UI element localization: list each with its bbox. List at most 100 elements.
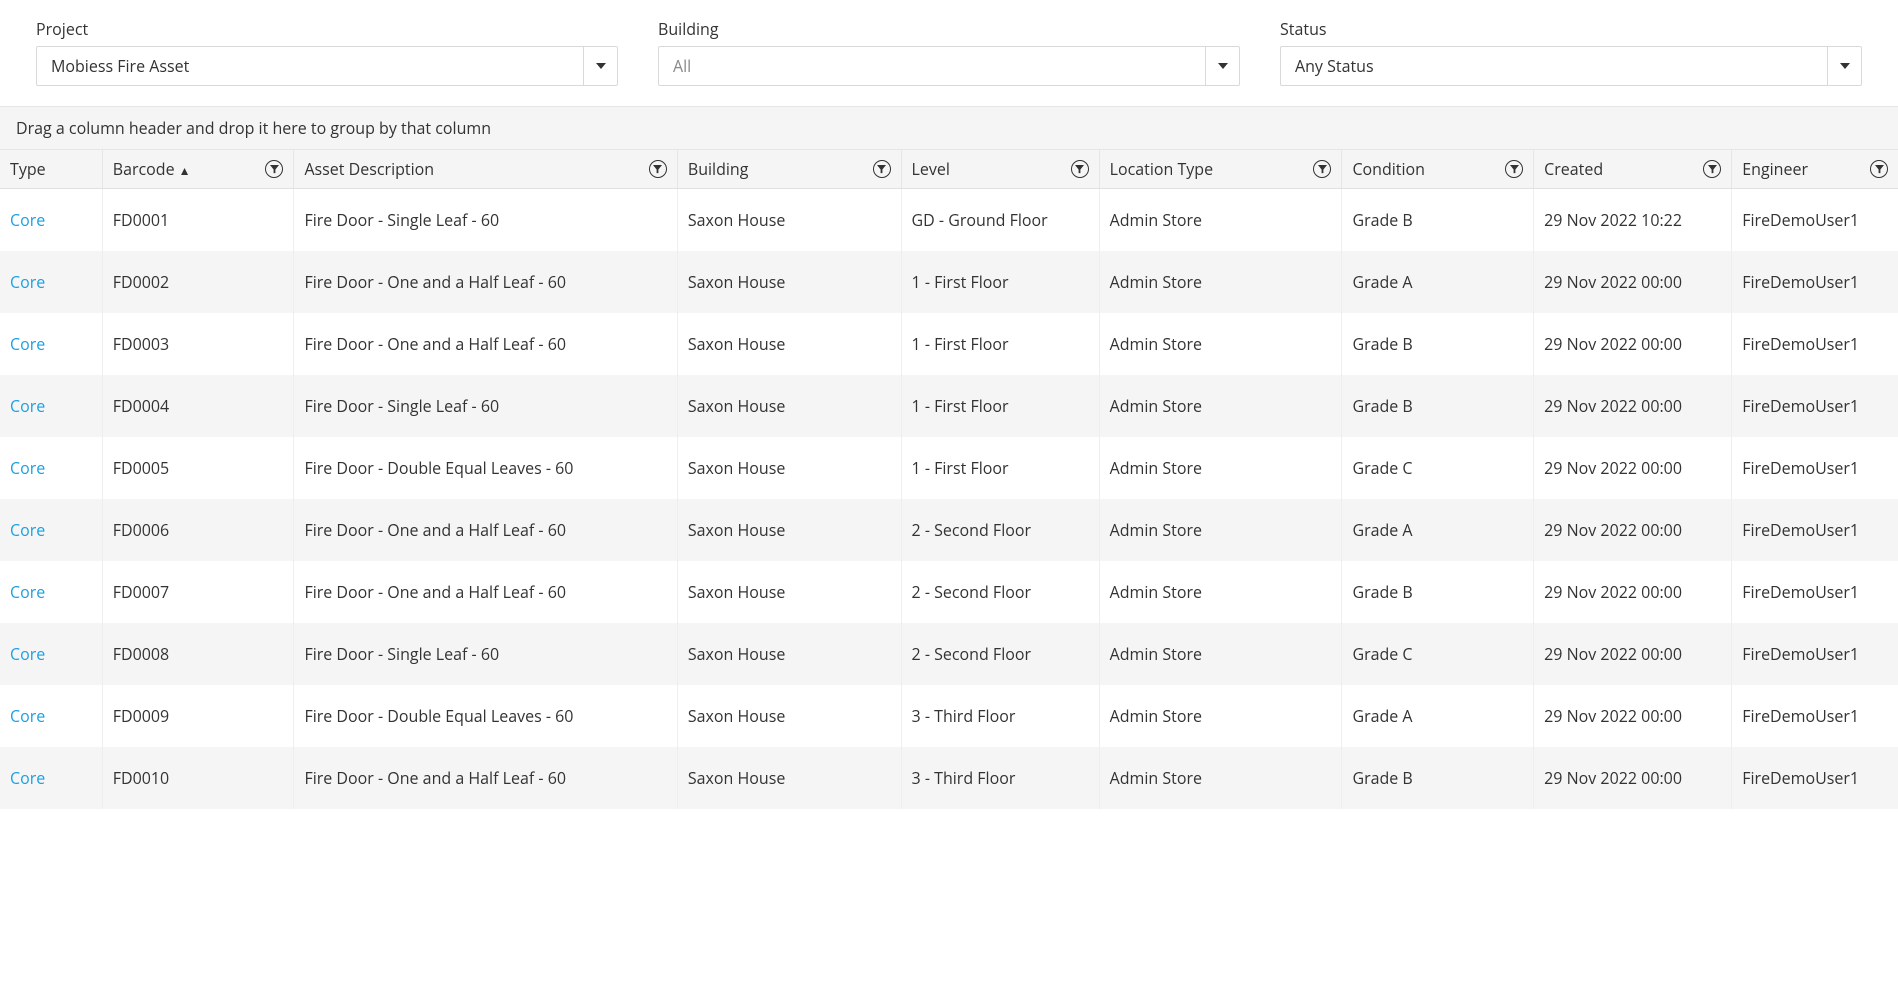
filter-project-label: Project [36, 18, 618, 40]
cell-level: 1 - First Floor [901, 251, 1099, 313]
building-dropdown[interactable]: All [658, 46, 1240, 86]
cell-condition: Grade B [1342, 313, 1534, 375]
filter-icon[interactable] [1071, 160, 1089, 178]
project-dropdown-value: Mobiess Fire Asset [51, 55, 583, 77]
cell-barcode: FD0002 [102, 251, 294, 313]
asset-table: Type Barcode▲ Asset Description Building Lev… [0, 150, 1898, 809]
table-row[interactable]: CoreFD0009Fire Door - Double Equal Leave… [0, 685, 1898, 747]
table-row[interactable]: CoreFD0001Fire Door - Single Leaf - 60Sa… [0, 189, 1898, 252]
cell-engineer: FireDemoUser1 [1732, 375, 1898, 437]
table-row[interactable]: CoreFD0002Fire Door - One and a Half Lea… [0, 251, 1898, 313]
cell-description: Fire Door - One and a Half Leaf - 60 [294, 499, 677, 561]
cell-building: Saxon House [677, 747, 901, 809]
cell-level: 1 - First Floor [901, 313, 1099, 375]
chevron-down-icon [583, 47, 617, 85]
filter-icon[interactable] [1313, 160, 1331, 178]
cell-type[interactable]: Core [0, 189, 102, 252]
cell-building: Saxon House [677, 623, 901, 685]
column-header-label: Created [1544, 158, 1603, 180]
cell-barcode: FD0005 [102, 437, 294, 499]
filter-icon[interactable] [1870, 160, 1888, 178]
cell-condition: Grade C [1342, 437, 1534, 499]
column-header-engineer[interactable]: Engineer [1732, 150, 1898, 189]
column-header-condition[interactable]: Condition [1342, 150, 1534, 189]
table-row[interactable]: CoreFD0010Fire Door - One and a Half Lea… [0, 747, 1898, 809]
cell-level: GD - Ground Floor [901, 189, 1099, 252]
cell-barcode: FD0003 [102, 313, 294, 375]
filter-icon[interactable] [1505, 160, 1523, 178]
cell-condition: Grade A [1342, 251, 1534, 313]
cell-created: 29 Nov 2022 00:00 [1534, 623, 1732, 685]
filter-building-label: Building [658, 18, 1240, 40]
cell-description: Fire Door - One and a Half Leaf - 60 [294, 251, 677, 313]
cell-barcode: FD0009 [102, 685, 294, 747]
cell-barcode: FD0007 [102, 561, 294, 623]
cell-condition: Grade B [1342, 747, 1534, 809]
column-header-label: Level [912, 158, 950, 180]
cell-type[interactable]: Core [0, 375, 102, 437]
column-header-label: Condition [1352, 158, 1425, 180]
cell-description: Fire Door - Single Leaf - 60 [294, 623, 677, 685]
column-header-building[interactable]: Building [677, 150, 901, 189]
cell-created: 29 Nov 2022 00:00 [1534, 685, 1732, 747]
filter-icon[interactable] [649, 160, 667, 178]
filter-icon[interactable] [1703, 160, 1721, 178]
cell-type[interactable]: Core [0, 747, 102, 809]
cell-location_type: Admin Store [1099, 623, 1342, 685]
column-header-barcode[interactable]: Barcode▲ [102, 150, 294, 189]
cell-condition: Grade B [1342, 375, 1534, 437]
column-header-label: Barcode▲ [113, 158, 191, 180]
chevron-down-icon [1205, 47, 1239, 85]
column-header-location_type[interactable]: Location Type [1099, 150, 1342, 189]
cell-level: 3 - Third Floor [901, 685, 1099, 747]
cell-condition: Grade A [1342, 685, 1534, 747]
column-header-label: Building [688, 158, 749, 180]
table-row[interactable]: CoreFD0003Fire Door - One and a Half Lea… [0, 313, 1898, 375]
cell-type[interactable]: Core [0, 685, 102, 747]
column-header-label: Asset Description [304, 158, 434, 180]
cell-created: 29 Nov 2022 00:00 [1534, 437, 1732, 499]
cell-location_type: Admin Store [1099, 499, 1342, 561]
column-header-description[interactable]: Asset Description [294, 150, 677, 189]
column-header-created[interactable]: Created [1534, 150, 1732, 189]
table-row[interactable]: CoreFD0006Fire Door - One and a Half Lea… [0, 499, 1898, 561]
cell-type[interactable]: Core [0, 251, 102, 313]
cell-type[interactable]: Core [0, 623, 102, 685]
filter-building: Building All [658, 18, 1240, 86]
column-header-type[interactable]: Type [0, 150, 102, 189]
filter-icon[interactable] [873, 160, 891, 178]
table-row[interactable]: CoreFD0004Fire Door - Single Leaf - 60Sa… [0, 375, 1898, 437]
cell-type[interactable]: Core [0, 437, 102, 499]
group-by-dropzone[interactable]: Drag a column header and drop it here to… [0, 106, 1898, 150]
project-dropdown[interactable]: Mobiess Fire Asset [36, 46, 618, 86]
column-header-level[interactable]: Level [901, 150, 1099, 189]
table-row[interactable]: CoreFD0008Fire Door - Single Leaf - 60Sa… [0, 623, 1898, 685]
cell-type[interactable]: Core [0, 499, 102, 561]
cell-description: Fire Door - Single Leaf - 60 [294, 375, 677, 437]
cell-created: 29 Nov 2022 00:00 [1534, 499, 1732, 561]
cell-barcode: FD0008 [102, 623, 294, 685]
table-row[interactable]: CoreFD0007Fire Door - One and a Half Lea… [0, 561, 1898, 623]
cell-location_type: Admin Store [1099, 251, 1342, 313]
cell-barcode: FD0010 [102, 747, 294, 809]
cell-description: Fire Door - Double Equal Leaves - 60 [294, 437, 677, 499]
status-dropdown[interactable]: Any Status [1280, 46, 1862, 86]
cell-type[interactable]: Core [0, 561, 102, 623]
cell-level: 2 - Second Floor [901, 499, 1099, 561]
cell-location_type: Admin Store [1099, 437, 1342, 499]
table-body: CoreFD0001Fire Door - Single Leaf - 60Sa… [0, 189, 1898, 810]
table-header-row: Type Barcode▲ Asset Description Building Lev… [0, 150, 1898, 189]
cell-building: Saxon House [677, 499, 901, 561]
table-row[interactable]: CoreFD0005Fire Door - Double Equal Leave… [0, 437, 1898, 499]
cell-created: 29 Nov 2022 00:00 [1534, 251, 1732, 313]
column-header-label: Type [10, 158, 46, 180]
filter-icon[interactable] [265, 160, 283, 178]
cell-building: Saxon House [677, 561, 901, 623]
chevron-down-icon [1827, 47, 1861, 85]
cell-location_type: Admin Store [1099, 375, 1342, 437]
filter-status-label: Status [1280, 18, 1862, 40]
column-header-label: Engineer [1742, 158, 1808, 180]
cell-building: Saxon House [677, 685, 901, 747]
cell-created: 29 Nov 2022 00:00 [1534, 747, 1732, 809]
cell-type[interactable]: Core [0, 313, 102, 375]
